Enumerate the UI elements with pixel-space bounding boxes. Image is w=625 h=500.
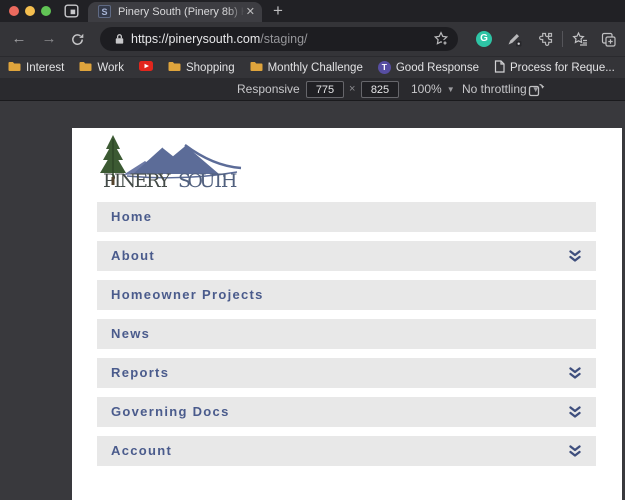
folder-icon: [168, 61, 181, 75]
menu-item-account[interactable]: Account: [97, 436, 596, 466]
double-chevron-down-icon[interactable]: [569, 445, 581, 463]
favorites-icon[interactable]: [572, 31, 588, 52]
device-toolbar: Responsive▼ × 100%▼ No throttling▼: [0, 78, 625, 101]
double-chevron-down-icon[interactable]: [569, 406, 581, 424]
navigation-bar: ← → https://pinerysouth.com/staging/ G: [0, 22, 625, 56]
bookmark-work[interactable]: Work: [79, 61, 124, 75]
folder-icon: [8, 61, 21, 75]
bookmark-shopping[interactable]: Shopping: [168, 61, 235, 75]
zoom-dropdown[interactable]: 100% ▼: [411, 78, 455, 100]
lock-icon[interactable]: [113, 32, 126, 51]
folder-icon: [250, 61, 263, 75]
bookmark-this-page-icon[interactable]: [433, 31, 449, 52]
document-icon: [494, 59, 505, 76]
menu-item-homeowner-projects[interactable]: Homeowner Projects: [97, 280, 596, 310]
folder-icon: [79, 61, 92, 75]
back-icon[interactable]: ←: [8, 22, 30, 56]
reload-icon[interactable]: [70, 32, 85, 52]
menu-item-news[interactable]: News: [97, 319, 596, 349]
chevron-down-icon: ▼: [446, 85, 455, 94]
bookmark-youtube[interactable]: [138, 61, 153, 74]
bookmark-monthly-challenge[interactable]: Monthly Challenge: [250, 61, 363, 75]
menu-item-about[interactable]: About: [97, 241, 596, 271]
extensions-puzzle-icon[interactable]: [538, 31, 554, 52]
zoom-window-button[interactable]: [41, 6, 51, 16]
browser-window: S Pinery South (Pinery 8b) HOA ✕ + ← → h…: [0, 0, 625, 500]
tab-overview-icon[interactable]: [64, 4, 79, 23]
url-host: https://pinerysouth.com: [131, 32, 261, 46]
t-badge-icon: T: [377, 61, 391, 74]
tab-title-fade: [226, 2, 248, 22]
url-text: https://pinerysouth.com/staging/: [131, 27, 308, 51]
viewport-width-input[interactable]: [306, 81, 344, 98]
devtools-emulation-area: PINERY SOUTH Home About Homeowner Projec…: [0, 101, 625, 500]
site-logo[interactable]: PINERY SOUTH: [97, 133, 247, 196]
bookmark-good-response[interactable]: T Good Response: [377, 61, 479, 74]
double-chevron-down-icon[interactable]: [569, 250, 581, 268]
logo-word-south: SOUTH: [178, 170, 238, 191]
device-mode-dropdown[interactable]: Responsive▼: [237, 78, 313, 100]
menu-item-governing-docs[interactable]: Governing Docs: [97, 397, 596, 427]
address-bar[interactable]: https://pinerysouth.com/staging/: [100, 27, 458, 51]
menu-item-home[interactable]: Home: [97, 202, 596, 232]
double-chevron-down-icon[interactable]: [569, 367, 581, 385]
pen-extension-icon[interactable]: [506, 31, 522, 52]
new-tab-button[interactable]: +: [268, 0, 288, 22]
active-tab[interactable]: S Pinery South (Pinery 8b) HOA ✕: [88, 2, 262, 22]
bookmark-interest[interactable]: Interest: [8, 61, 64, 75]
youtube-icon: [138, 61, 153, 74]
page-viewport: PINERY SOUTH Home About Homeowner Projec…: [72, 128, 622, 500]
forward-icon[interactable]: →: [38, 22, 60, 56]
toolbar-divider: [562, 31, 563, 47]
viewport-height-input[interactable]: [361, 81, 399, 98]
url-path: /staging/: [260, 32, 308, 46]
bookmark-process-for-request[interactable]: Process for Reque...: [494, 59, 615, 76]
dimension-separator: ×: [349, 83, 356, 95]
close-tab-icon[interactable]: ✕: [246, 2, 255, 22]
menu-item-reports[interactable]: Reports: [97, 358, 596, 388]
tab-bar: S Pinery South (Pinery 8b) HOA ✕ +: [0, 0, 625, 22]
main-menu: Home About Homeowner Projects News Repor…: [97, 202, 596, 475]
site-favicon: S: [98, 5, 111, 18]
close-window-button[interactable]: [9, 6, 19, 16]
bookmarks-bar: Interest Work Shopping Monthly Challenge…: [0, 56, 625, 78]
rotate-viewport-icon[interactable]: [528, 82, 545, 100]
minimize-window-button[interactable]: [25, 6, 35, 16]
grammarly-extension-icon[interactable]: G: [476, 31, 492, 47]
collections-icon[interactable]: [600, 31, 617, 53]
